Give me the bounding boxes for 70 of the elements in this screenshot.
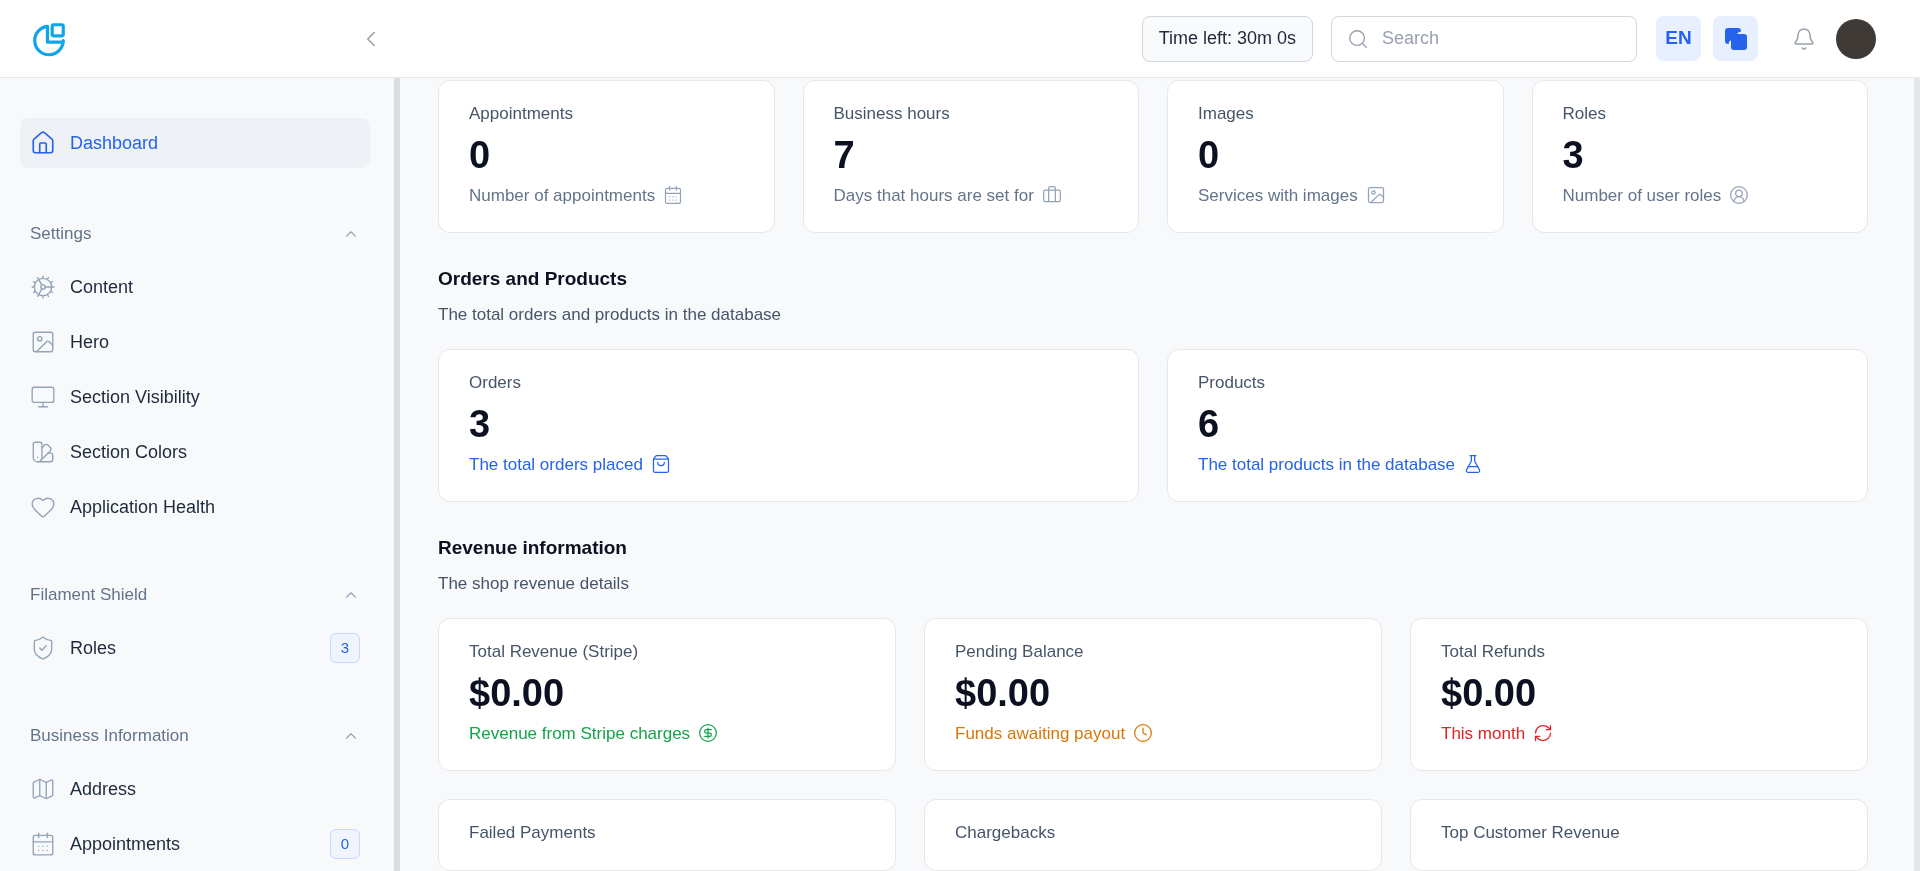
nav-item[interactable]: Address [20,767,370,811]
stat-value: 0 [469,132,492,177]
timer-button[interactable]: Time left: 30m 0s [1141,15,1313,62]
copy-button[interactable] [1713,16,1758,61]
section-title: Orders and Products [438,267,628,291]
stat-description: Services with images [1198,184,1358,207]
stat-label: Total Refunds [1441,641,1546,663]
section-title: Revenue information [438,536,628,560]
nav-item[interactable]: Roles 3 [20,626,370,670]
calendar-icon [663,185,684,206]
image-icon [1365,185,1386,206]
language-button[interactable]: EN [1656,16,1701,61]
shopping-bag-icon [650,454,671,475]
clock-icon [1133,723,1154,744]
nav-item[interactable]: Appointments 0 [20,822,370,866]
stat-label: Business hours [833,103,951,125]
stat-value: 0 [1198,132,1221,177]
count-badge: 3 [330,633,360,663]
image-icon [30,329,56,355]
avatar[interactable] [1836,18,1876,59]
nav-group-header[interactable]: Business Information [20,716,370,756]
nav-group-header[interactable]: Settings [20,214,370,254]
stat-value: $0.00 [955,670,1052,715]
nav-item[interactable]: Section Visibility [20,375,370,419]
stat-label: Roles [1562,103,1607,125]
stat-value: 3 [1562,132,1585,177]
home-icon [30,130,56,156]
count-badge: 0 [330,829,360,859]
swatch-icon [30,439,56,465]
cog-icon [30,274,56,300]
stat-description: Number of appointments [469,184,656,207]
dollar-circle-icon [698,723,719,744]
refresh-icon [1533,723,1554,744]
nav-item[interactable]: Section Colors [20,430,370,474]
stat-value: 3 [469,401,492,446]
stat-label: Products [1198,372,1267,394]
stat-description: The total orders placed [469,453,643,476]
stat-description: Number of user roles [1562,184,1722,207]
stat-label: Orders [469,372,522,394]
calendar-icon [30,831,56,857]
stat-description: Revenue from Stripe charges [469,722,691,745]
stat-value: 7 [833,132,856,177]
stat-label: Appointments [469,103,574,125]
stat-value: 6 [1198,401,1221,446]
stat-label: Chargebacks [955,822,1057,844]
stat-label: Top Customer Revenue [1441,822,1621,844]
stat-label: Failed Payments [469,822,597,844]
stat-label: Total Revenue (Stripe) [469,641,640,663]
stat-value: $0.00 [469,670,566,715]
user-circle-icon [1729,185,1750,206]
stat-description: This month [1441,722,1526,745]
section-subtitle: The total orders and products in the database [438,303,783,326]
nav-group-header[interactable]: Filament Shield [20,575,370,615]
stat-label: Images [1198,103,1255,125]
search-icon [1347,27,1369,50]
stat-value: $0.00 [1441,670,1538,715]
stat-label: Pending Balance [955,641,1085,663]
stat-description: The total products in the database [1198,453,1456,476]
stat-description: Funds awaiting payout [955,722,1126,745]
map-icon [30,776,56,802]
nav-item[interactable]: Dashboard [20,118,370,168]
nav-item[interactable]: Hero [20,320,370,364]
copy-icon [1723,26,1748,51]
monitor-icon [30,384,56,410]
notifications-button[interactable] [1792,26,1816,51]
section-subtitle: The shop revenue details [438,572,630,595]
stat-description: Days that hours are set for [833,184,1034,207]
nav-item[interactable]: Content [20,265,370,309]
search-field[interactable]: Search [1331,15,1637,62]
nav-item[interactable]: Application Health [20,485,370,529]
